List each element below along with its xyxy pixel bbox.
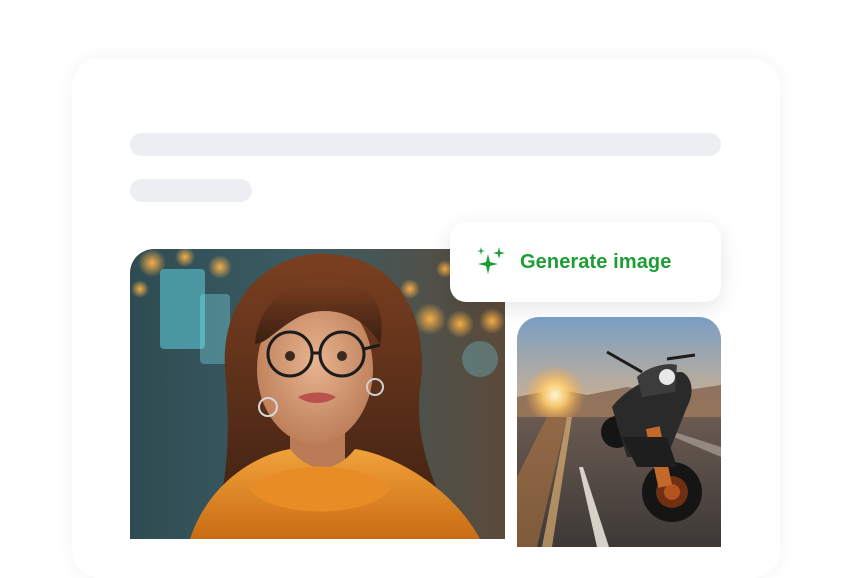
portrait-photo bbox=[130, 249, 505, 539]
generate-image-button[interactable]: Generate image bbox=[450, 222, 721, 302]
skeleton-line-long bbox=[130, 133, 721, 156]
sparkles-icon bbox=[474, 245, 508, 279]
generate-image-label: Generate image bbox=[520, 250, 672, 273]
motorcycle-photo bbox=[517, 317, 721, 547]
portrait-image[interactable] bbox=[130, 249, 505, 539]
skeleton-line-short bbox=[130, 179, 252, 202]
motorcycle-image[interactable] bbox=[517, 317, 721, 547]
